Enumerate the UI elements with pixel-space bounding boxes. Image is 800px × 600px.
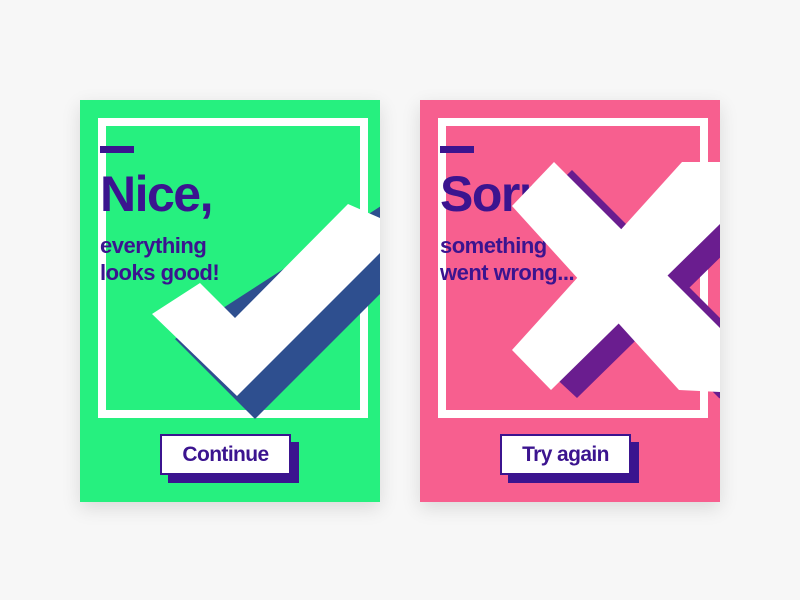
success-card: Nice, everything looks good! Continue (80, 100, 380, 502)
continue-button[interactable]: Continue (160, 434, 291, 475)
continue-button-wrap: Continue (160, 434, 299, 483)
try-again-button[interactable]: Try again (500, 434, 631, 475)
try-again-button-wrap: Try again (500, 434, 639, 483)
error-card: Sorry, something went wrong... Try again (420, 100, 720, 502)
